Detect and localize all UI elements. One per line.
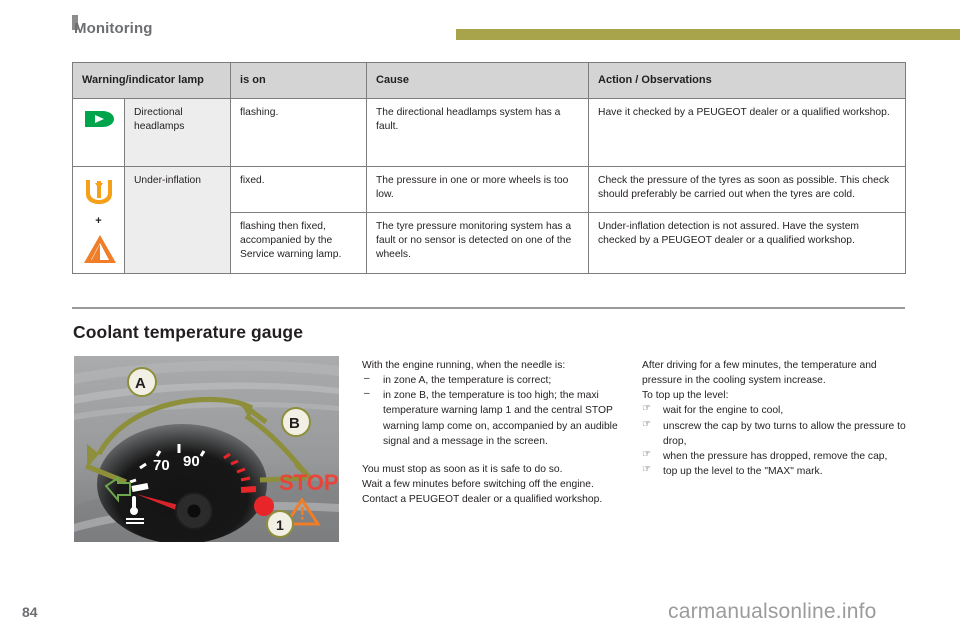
table-row: Directional headlamps flashing. The dire…: [72, 97, 907, 167]
needle-zone-list: – in zone A, the temperature is correct;…: [362, 373, 624, 449]
cooling-intro-text: After driving for a few minutes, the tem…: [642, 360, 877, 387]
header-accent-bar: [456, 29, 960, 40]
list-item-label: unscrew the cap by two turns to allow th…: [663, 420, 906, 447]
callout-1-dot: [254, 496, 274, 516]
directional-headlamp-icon-cell: [72, 97, 125, 167]
is-on-cell: fixed.: [230, 165, 368, 214]
list-item-label: in zone B, the temperature is too high; …: [383, 390, 618, 447]
list-item-label: top up the level to the "MAX" mark.: [663, 465, 823, 477]
warning-line-1: You must stop as soon as it is safe to d…: [362, 463, 563, 475]
right-text-column: After driving for a few minutes, the tem…: [642, 358, 908, 479]
list-item: ☞ when the pressure has dropped, remove …: [642, 449, 908, 464]
directional-headlamp-icon: [85, 110, 114, 127]
column-header-is-on: is on: [230, 62, 368, 99]
action-cell: Under-inflation detection is not assured…: [588, 212, 907, 274]
zone-b-label: B: [289, 415, 300, 432]
action-cell: Check the pressure of the tyres as soon …: [588, 165, 907, 214]
tyre-pressure-icon-cell: +: [72, 165, 125, 274]
warning-line-3: Contact a PEUGEOT dealer or a qualified …: [362, 494, 603, 505]
tyre-under-inflation-icon: [86, 179, 112, 204]
coolant-temperature-gauge-figure: 70 90 STOP 1 A B: [74, 356, 339, 542]
is-on-cell: flashing.: [230, 97, 368, 167]
cause-cell: The tyre pressure monitoring system has …: [366, 212, 590, 274]
hand-pointer-icon: ☞: [642, 463, 651, 475]
section-title: Coolant temperature gauge: [73, 322, 304, 342]
service-warning-triangle-icon: [84, 234, 116, 263]
dash-bullet-icon: –: [364, 388, 370, 400]
cause-cell: The directional headlamps system has a f…: [366, 97, 590, 167]
column-header-cause: Cause: [366, 62, 590, 99]
gauge-illustration: 70 90 STOP 1 A B: [74, 356, 339, 542]
list-item: – in zone A, the temperature is correct;: [362, 373, 624, 388]
site-watermark: carmanualsonline.info: [668, 600, 877, 623]
hand-pointer-icon: ☞: [642, 448, 651, 460]
cause-cell: The pressure in one or more wheels is to…: [366, 165, 590, 214]
page-header: Monitoring: [0, 0, 960, 48]
warning-lamp-table: Warning/indicator lamp is on Cause Actio…: [71, 62, 907, 274]
list-item: – in zone B, the temperature is too high…: [362, 388, 624, 449]
table-row: + Under-inflation fixed. The pressure in…: [72, 165, 907, 274]
dash-bullet-icon: –: [364, 373, 370, 385]
lamp-name-directional-headlamps: Directional headlamps: [123, 97, 232, 167]
column-header-action: Action / Observations: [588, 62, 907, 99]
column-header-lamp: Warning/indicator lamp: [71, 62, 232, 99]
list-item-label: when the pressure has dropped, remove th…: [663, 450, 888, 462]
stop-warning-text: STOP: [279, 470, 339, 495]
section-divider: [72, 307, 905, 309]
zone-a-label: A: [135, 375, 146, 392]
callout-1-label: 1: [276, 517, 284, 533]
list-item-label: in zone A, the temperature is correct;: [383, 375, 552, 387]
is-on-cell: flashing then fixed, accompanied by the …: [230, 212, 368, 274]
top-up-intro-text: To top up the level:: [642, 390, 729, 402]
list-item: ☞ unscrew the cap by two turns to allow …: [642, 419, 908, 449]
top-up-steps-list: ☞ wait for the engine to cool, ☞ unscrew…: [642, 403, 908, 479]
needle-intro-text: With the engine running, when the needle…: [362, 360, 566, 371]
page-number: 84: [22, 604, 38, 620]
lamp-name-under-inflation: Under-inflation: [123, 165, 232, 274]
list-item-label: wait for the engine to cool,: [663, 405, 784, 417]
list-item: ☞ top up the level to the "MAX" mark.: [642, 464, 908, 479]
hand-pointer-icon: ☞: [642, 418, 651, 430]
hand-pointer-icon: ☞: [642, 403, 651, 415]
page-title: Monitoring: [74, 20, 153, 37]
table-header-row: Warning/indicator lamp is on Cause Actio…: [71, 62, 907, 99]
warning-line-2: Wait a few minutes before switching off …: [362, 478, 594, 490]
list-item: ☞ wait for the engine to cool,: [642, 403, 908, 418]
action-cell: Have it checked by a PEUGEOT dealer or a…: [588, 97, 907, 167]
plus-symbol: +: [95, 214, 102, 227]
dial-value-70: 70: [153, 457, 170, 474]
dial-value-90: 90: [183, 453, 200, 470]
middle-text-column: With the engine running, when the needle…: [362, 358, 624, 507]
warning-lamp-table-wrapper: Warning/indicator lamp is on Cause Actio…: [71, 62, 907, 274]
